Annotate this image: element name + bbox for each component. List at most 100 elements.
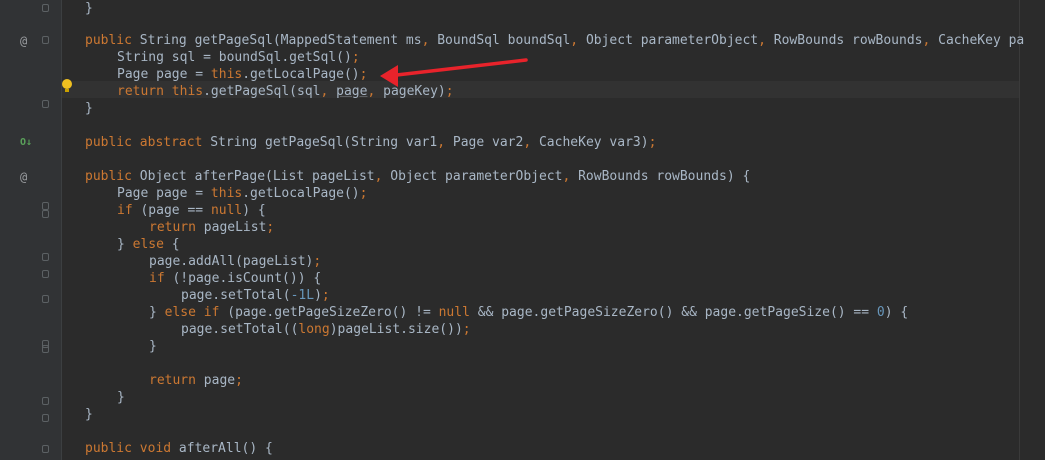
keyword-token: ; (359, 186, 368, 201)
code-line[interactable]: } (85, 0, 93, 17)
implemented-method-icon[interactable]: O↓ (20, 136, 32, 150)
code-token: } (85, 407, 93, 422)
code-token: } (149, 339, 157, 354)
number-token: 0 (876, 305, 885, 320)
code-token: Page page = (117, 186, 211, 201)
keyword-token: ; (266, 220, 275, 235)
keyword-token: ; (351, 50, 360, 65)
code-editor[interactable]: @ O↓ @ } public String getPageSql(MappedSta… (0, 0, 1045, 460)
keyword-token: this (210, 67, 243, 82)
code-line[interactable]: page.setTotal((long)pageList.size()); (181, 321, 471, 338)
keyword-token: return (149, 373, 204, 388)
code-token: page.addAll(pageList) (149, 254, 314, 269)
keyword-token: ; (313, 254, 322, 269)
override-annotation-icon[interactable]: @ (20, 170, 27, 184)
fold-marker[interactable] (42, 414, 49, 422)
code-token: Page var2 (452, 135, 524, 150)
fold-marker[interactable] (42, 295, 49, 303)
code-token: )pageList.size()) (329, 322, 463, 337)
fold-marker[interactable] (42, 445, 49, 453)
code-line[interactable]: page.addAll(pageList); (149, 253, 321, 270)
keyword-token: public void (85, 441, 179, 456)
fold-marker[interactable] (42, 100, 49, 108)
keyword-token: , (758, 33, 774, 48)
keyword-token: null (438, 305, 478, 320)
editor-gutter[interactable] (0, 0, 62, 460)
keyword-token: public (85, 33, 140, 48)
arrow-shaft (386, 58, 528, 78)
keyword-token: return this (117, 84, 204, 99)
fold-marker[interactable] (42, 345, 49, 353)
fold-marker[interactable] (42, 253, 49, 261)
code-line[interactable]: String sql = boundSql.getSql(); (117, 49, 360, 66)
code-line[interactable]: if (!page.isCount()) { (149, 270, 321, 287)
code-line[interactable]: page.setTotal(-1L); (181, 287, 330, 304)
code-token: (page == (140, 203, 211, 218)
code-token: String sql = boundSql.getSql() (117, 50, 352, 65)
code-token: } (117, 237, 133, 252)
code-line[interactable]: public String getPageSql(MappedStatement… (85, 32, 1024, 49)
gutter-divider (61, 0, 62, 460)
code-line[interactable]: if (page == null) { (117, 202, 266, 219)
code-token: page (336, 84, 368, 99)
code-token: } (117, 390, 125, 405)
fold-marker[interactable] (42, 4, 49, 12)
code-token: (page.getPageSizeZero() != (227, 305, 439, 320)
keyword-token: , (562, 169, 579, 184)
code-token: page (203, 373, 236, 388)
code-line[interactable]: public void afterAll() { (85, 440, 273, 457)
code-token: } (149, 305, 165, 320)
fold-marker[interactable] (42, 36, 49, 44)
keyword-token: ; (648, 135, 657, 150)
keyword-token: ; (321, 288, 330, 303)
code-line[interactable]: Page page = this.getLocalPage(); (117, 185, 367, 202)
keyword-token: public abstract (85, 135, 211, 150)
keyword-token: return (149, 220, 204, 235)
fold-marker[interactable] (42, 270, 49, 278)
keyword-token: , (374, 169, 391, 184)
code-line[interactable]: } (85, 100, 93, 117)
code-line[interactable]: public abstract String getPageSql(String… (85, 134, 656, 151)
code-line[interactable]: return this.getPageSql(sql, page, pageKe… (117, 83, 454, 100)
code-token: .getLocalPage() (242, 186, 360, 201)
keyword-token: , (570, 33, 586, 48)
fold-marker[interactable] (42, 210, 49, 218)
code-token: { (171, 237, 180, 252)
code-token: pageKey) (383, 84, 446, 99)
keyword-token: , (437, 135, 453, 150)
fold-markers (40, 0, 52, 460)
code-line[interactable]: } else if (page.getPageSizeZero() != nul… (149, 304, 908, 321)
code-token: Object parameterObject (390, 169, 563, 184)
code-token: String getPageSql(MappedStatement ms (139, 33, 422, 48)
code-line[interactable]: Page page = this.getLocalPage(); (117, 66, 367, 83)
keyword-token: else (132, 237, 172, 252)
fold-marker[interactable] (42, 202, 49, 210)
override-annotation-icon[interactable]: @ (20, 34, 27, 48)
code-token: CacheKey var3) (538, 135, 649, 150)
keyword-token: ; (235, 373, 243, 388)
keyword-token: if (149, 271, 173, 286)
code-token: && page.getPageSizeZero() && page.getPag… (477, 305, 877, 320)
code-token: page.setTotal(( (181, 322, 299, 337)
code-line[interactable]: } else { (117, 236, 180, 253)
code-token: } (85, 1, 93, 16)
fold-marker[interactable] (42, 397, 49, 405)
keyword-token: null (210, 203, 243, 218)
code-line[interactable]: public Object afterPage(List pageList, O… (85, 168, 750, 185)
keyword-token: , (320, 84, 337, 99)
code-line[interactable]: } (85, 406, 93, 423)
intention-bulb-icon[interactable] (62, 79, 72, 93)
code-token: CacheKey pa (938, 33, 1025, 48)
code-token: .getPageSql(sql (203, 84, 321, 99)
code-line[interactable]: return pageList; (149, 219, 274, 236)
code-line[interactable]: return page; (149, 372, 243, 389)
right-margin-guide (1019, 0, 1020, 460)
code-token: Page page = (117, 67, 211, 82)
bulb-glass (62, 79, 72, 89)
code-token: RowBounds rowBounds (773, 33, 923, 48)
code-line[interactable]: } (117, 389, 125, 406)
code-token: (!page.isCount()) { (172, 271, 322, 286)
keyword-token: , (523, 135, 539, 150)
code-line[interactable]: } (149, 338, 157, 355)
code-token: RowBounds rowBounds) { (578, 169, 751, 184)
